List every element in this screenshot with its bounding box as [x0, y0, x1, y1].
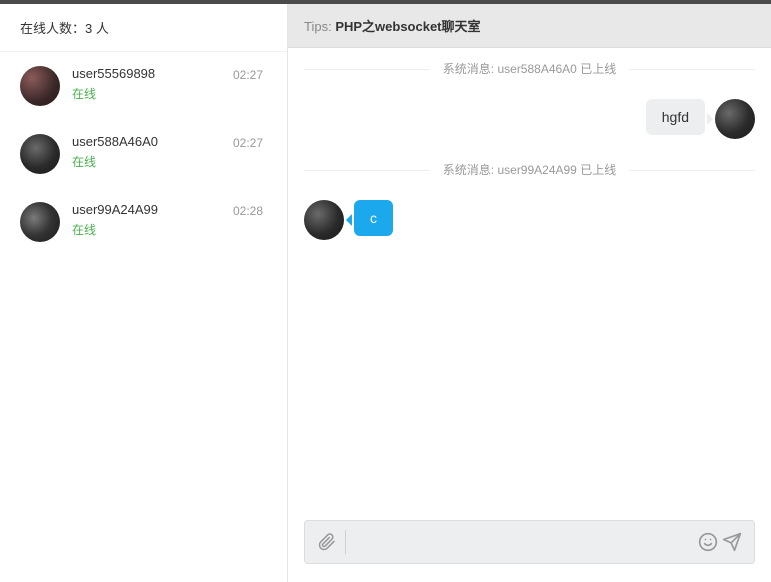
divider — [345, 530, 346, 554]
system-message: 系统消息: user588A46A0 已上线 — [304, 48, 755, 89]
user-item[interactable]: user588A46A0 在线 02:27 — [0, 120, 287, 188]
message-input-bar — [304, 520, 755, 564]
chat-main: Tips: PHP之websocket聊天室 系统消息: user588A46A… — [288, 4, 771, 582]
message-bubble: hgfd — [646, 99, 705, 135]
user-item[interactable]: user55569898 在线 02:27 — [0, 52, 287, 120]
message-bubble: c — [354, 200, 393, 236]
user-item[interactable]: user99A24A99 在线 02:28 — [0, 188, 287, 256]
avatar — [20, 202, 60, 242]
avatar — [304, 200, 344, 240]
user-time: 02:28 — [233, 204, 263, 218]
user-list: user55569898 在线 02:27 user588A46A0 在线 02… — [0, 52, 287, 256]
user-time: 02:27 — [233, 68, 263, 82]
user-status: 在线 — [72, 221, 267, 238]
message-row-outgoing: hgfd — [304, 99, 755, 139]
sidebar: 在线人数：3 人 user55569898 在线 02:27 user588A4… — [0, 4, 288, 582]
message-input[interactable] — [352, 534, 696, 550]
online-count-value: 3 人 — [85, 21, 109, 36]
avatar — [715, 99, 755, 139]
tips-title: PHP之websocket聊天室 — [335, 19, 480, 34]
send-icon[interactable] — [720, 530, 744, 554]
emoji-icon[interactable] — [696, 530, 720, 554]
system-message: 系统消息: user99A24A99 已上线 — [304, 149, 755, 190]
avatar — [20, 134, 60, 174]
user-status: 在线 — [72, 153, 267, 170]
message-row-incoming: c — [304, 200, 755, 240]
online-count-label: 在线人数： — [20, 21, 85, 36]
header-tips: Tips: PHP之websocket聊天室 — [288, 4, 771, 48]
user-status: 在线 — [72, 85, 267, 102]
tips-label: Tips: — [304, 19, 335, 34]
user-time: 02:27 — [233, 136, 263, 150]
avatar — [20, 66, 60, 106]
chat-area[interactable]: 系统消息: user588A46A0 已上线 hgfd 系统消息: user99… — [288, 48, 771, 508]
online-count: 在线人数：3 人 — [0, 4, 287, 52]
paperclip-icon[interactable] — [315, 530, 339, 554]
